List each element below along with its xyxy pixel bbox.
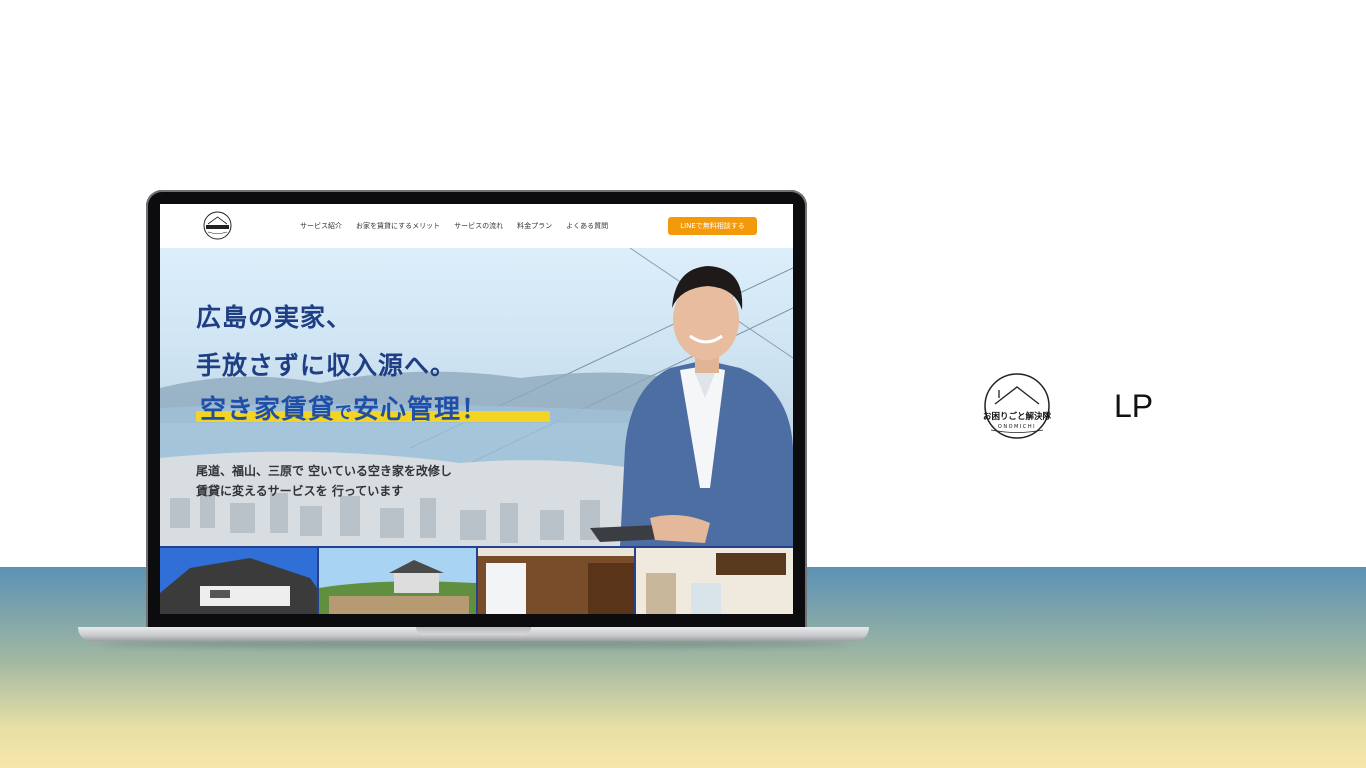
thumbnail-house-1[interactable] [160, 548, 317, 614]
thumbnail-house-2[interactable] [318, 548, 476, 614]
nav-item-service[interactable]: サービス紹介 [300, 221, 342, 231]
nav-item-faq[interactable]: よくある質問 [566, 221, 608, 231]
hero-tagline: 空き家賃貸で安心管理！ [196, 389, 492, 426]
brand-logo: お困りごと解決隊 ONOMICHI [983, 373, 1052, 439]
laptop-notch [416, 627, 531, 635]
site-nav: サービス紹介 お家を賃貸にするメリット サービスの流れ 料金プラン よくある質問 [300, 221, 608, 231]
brand-logo-subname: ONOMICHI [998, 424, 1036, 430]
hero-description-line2: 賃貸に変えるサービスを 行っています [196, 484, 404, 498]
tagline-part1: 空き家賃貸 [200, 395, 336, 425]
site-logo[interactable] [202, 211, 233, 240]
nav-item-merit[interactable]: お家を賃貸にするメリット [356, 221, 440, 231]
thumbnail-interior-2[interactable] [636, 548, 793, 614]
tagline-part3: 安心管理！ [353, 395, 489, 425]
hero: 広島の実家、 手放さずに収入源へ。 空き家賃貸で安心管理！ 尾道、福山、三原で … [160, 248, 793, 546]
thumbnail-interior-1[interactable] [477, 548, 635, 614]
lp-label: LP [1114, 388, 1154, 424]
hero-description-line1: 尾道、福山、三原で 空いている空き家を改修し [196, 464, 452, 478]
laptop-screen: サービス紹介 お家を賃貸にするメリット サービスの流れ 料金プラン よくある質問… [160, 204, 793, 614]
property-thumbnails [160, 546, 793, 614]
nav-item-pricing[interactable]: 料金プラン [517, 221, 552, 231]
laptop-shadow [100, 640, 848, 648]
nav-item-flow[interactable]: サービスの流れ [454, 221, 503, 231]
hero-headline: 広島の実家、 手放さずに収入源へ。 [196, 294, 456, 390]
hero-description: 尾道、福山、三原で 空いている空き家を改修し 賃貸に変えるサービスを 行っていま… [196, 461, 452, 501]
site-header: サービス紹介 お家を賃貸にするメリット サービスの流れ 料金プラン よくある質問… [160, 204, 793, 248]
hero-headline-line2: 手放さずに収入源へ。 [196, 351, 457, 380]
line-consult-button[interactable]: LINEで無料相談する [668, 217, 757, 235]
brand-logo-name: お困りごと解決隊 [983, 411, 1052, 422]
tagline-part2: で [335, 403, 354, 423]
hero-headline-line1: 広島の実家、 [196, 303, 353, 332]
